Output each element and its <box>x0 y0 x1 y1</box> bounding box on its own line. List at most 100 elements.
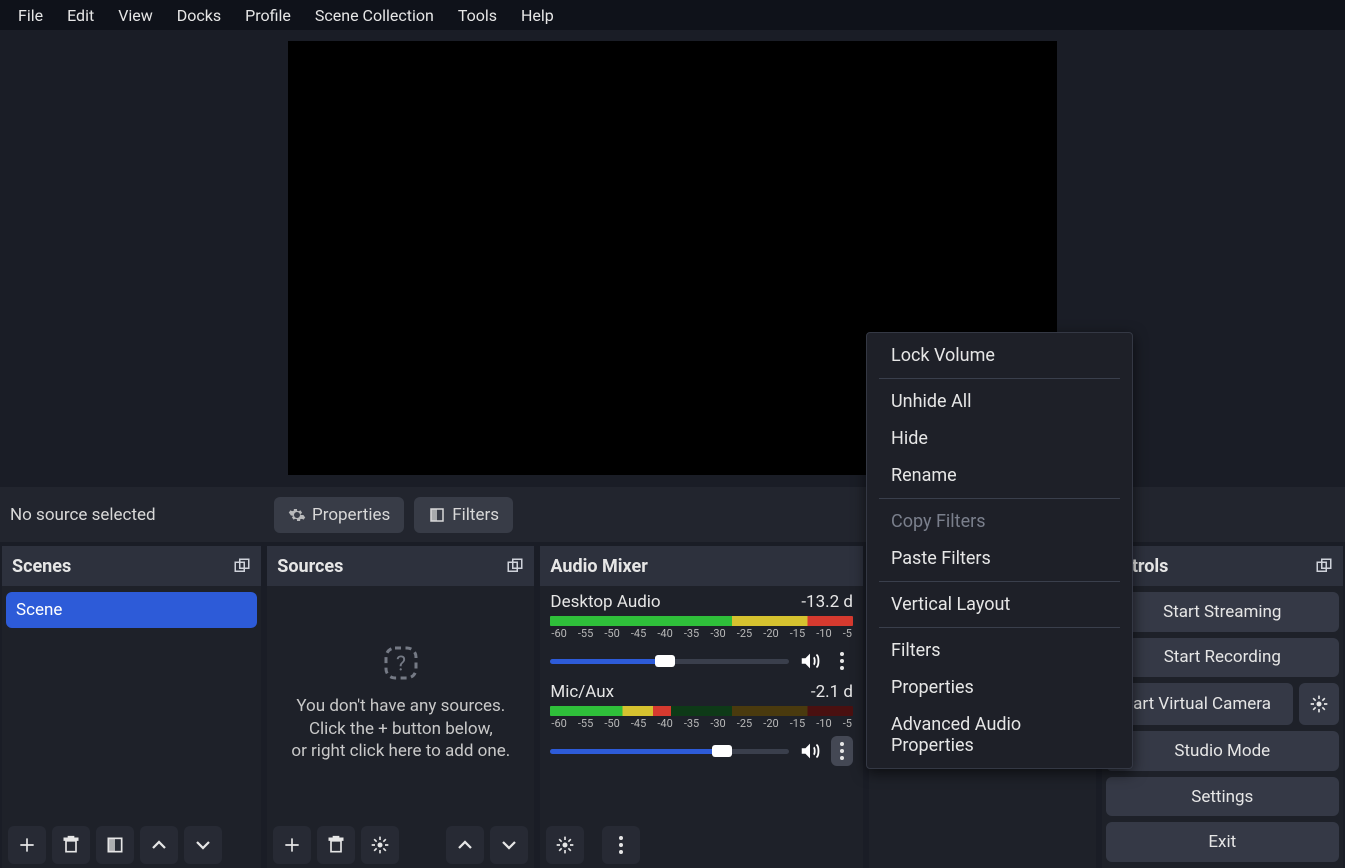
menu-docks[interactable]: Docks <box>165 2 233 29</box>
plus-icon <box>17 835 37 855</box>
menu-item-hide[interactable]: Hide <box>867 420 1132 457</box>
popout-icon[interactable] <box>1315 557 1333 575</box>
menu-item-filters[interactable]: Filters <box>867 632 1132 669</box>
sources-toolbar <box>267 822 534 868</box>
chevron-up-icon <box>150 836 168 854</box>
popout-icon[interactable] <box>506 557 524 575</box>
sources-list[interactable]: ? You don't have any sources. Click the … <box>267 586 534 822</box>
properties-button-label: Properties <box>312 505 390 525</box>
start-virtual-camera-button[interactable]: tart Virtual Camera <box>1106 683 1293 725</box>
channel-menu-button[interactable] <box>831 736 853 766</box>
mixer-toolbar <box>540 822 863 868</box>
audio-meter <box>550 706 853 716</box>
menu-tools[interactable]: Tools <box>446 2 509 29</box>
gear-icon <box>1309 694 1329 714</box>
scenes-title: Scenes <box>12 556 71 577</box>
studio-mode-button[interactable]: Studio Mode <box>1106 731 1339 771</box>
gear-icon <box>288 506 306 524</box>
mixer-channel: Desktop Audio-13.2 d-60-55-50-45-40-35-3… <box>540 586 863 676</box>
menu-scene-collection[interactable]: Scene Collection <box>303 2 446 29</box>
start-recording-button[interactable]: Start Recording <box>1106 638 1339 678</box>
source-down-button[interactable] <box>490 826 528 864</box>
menu-item-vertical-layout[interactable]: Vertical Layout <box>867 586 1132 623</box>
chevron-down-icon <box>500 836 518 854</box>
preview-area <box>0 30 1345 486</box>
source-toolbar: No source selected Properties Filters <box>0 487 1345 542</box>
channel-db: -2.1 d <box>811 682 853 702</box>
chevron-up-icon <box>456 836 474 854</box>
exit-button[interactable]: Exit <box>1106 822 1339 862</box>
scene-item[interactable]: Scene <box>6 592 257 628</box>
mixer-channel: Mic/Aux -2.1 d -60-55-50-45-40-35-30-25-20… <box>540 676 863 766</box>
docks-row: Scenes Scene Sources ? You don't have an… <box>0 546 1345 868</box>
menu-item-properties[interactable]: Properties <box>867 669 1132 706</box>
sources-dock: Sources ? You don't have any sources. Cl… <box>267 546 534 868</box>
trash-icon <box>326 835 346 855</box>
audio-meter <box>550 616 853 626</box>
mixer-settings-button[interactable] <box>546 826 584 864</box>
scene-down-button[interactable] <box>184 826 222 864</box>
controls-header: ontrols <box>1102 546 1343 586</box>
menu-item-lock-volume[interactable]: Lock Volume <box>867 337 1132 374</box>
gear-icon <box>555 835 575 855</box>
sources-title: Sources <box>277 556 343 577</box>
properties-button[interactable]: Properties <box>274 497 404 533</box>
plus-icon <box>282 835 302 855</box>
menu-item-unhide-all[interactable]: Unhide All <box>867 383 1132 420</box>
scenes-list[interactable]: Scene <box>2 586 261 822</box>
menu-help[interactable]: Help <box>509 2 566 29</box>
channel-db: -13.2 d <box>801 592 853 612</box>
source-up-button[interactable] <box>446 826 484 864</box>
kebab-icon <box>839 741 845 761</box>
sources-header: Sources <box>267 546 534 586</box>
svg-text:?: ? <box>396 652 406 676</box>
sources-empty-line: or right click here to add one. <box>291 740 510 763</box>
scene-up-button[interactable] <box>140 826 178 864</box>
scenes-dock: Scenes Scene <box>2 546 261 868</box>
channel-menu-button[interactable] <box>831 646 853 676</box>
virtual-camera-settings-button[interactable] <box>1299 683 1339 725</box>
volume-slider[interactable] <box>550 659 789 664</box>
chevron-down-icon <box>194 836 212 854</box>
help-icon: ? <box>383 645 419 681</box>
mute-button[interactable] <box>797 738 823 764</box>
menu-edit[interactable]: Edit <box>55 2 106 29</box>
scenes-toolbar <box>2 822 261 868</box>
mute-button[interactable] <box>797 648 823 674</box>
speaker-icon <box>799 650 821 672</box>
meter-ticks: -60-55-50-45-40-35-30-25-20-15-10-5 <box>550 717 853 730</box>
sources-empty-line: You don't have any sources. <box>296 695 505 718</box>
kebab-icon <box>839 651 845 671</box>
mixer-menu-button[interactable] <box>602 826 640 864</box>
add-source-button[interactable] <box>273 826 311 864</box>
filters-button[interactable]: Filters <box>414 497 513 533</box>
controls-dock: ontrols Start Streaming Start Recording … <box>1102 546 1343 868</box>
menu-item-rename[interactable]: Rename <box>867 457 1132 494</box>
controls-body: Start Streaming Start Recording tart Vir… <box>1102 586 1343 868</box>
start-streaming-button[interactable]: Start Streaming <box>1106 592 1339 632</box>
remove-scene-button[interactable] <box>52 826 90 864</box>
scene-filters-button[interactable] <box>96 826 134 864</box>
menu-view[interactable]: View <box>106 2 165 29</box>
mixer-body: Desktop Audio-13.2 d-60-55-50-45-40-35-3… <box>540 586 863 822</box>
menu-profile[interactable]: Profile <box>233 2 303 29</box>
menu-item-paste-filters[interactable]: Paste Filters <box>867 540 1132 577</box>
mixer-title: Audio Mixer <box>550 556 647 577</box>
speaker-icon <box>799 740 821 762</box>
kebab-icon <box>618 835 624 855</box>
add-scene-button[interactable] <box>8 826 46 864</box>
settings-button[interactable]: Settings <box>1106 777 1339 817</box>
popout-icon[interactable] <box>233 557 251 575</box>
channel-name: Mic/Aux <box>550 682 614 702</box>
volume-slider[interactable] <box>550 749 789 754</box>
sources-empty-line: Click the + button below, <box>309 718 493 741</box>
source-properties-button[interactable] <box>361 826 399 864</box>
menu-item-advanced-audio-properties[interactable]: Advanced Audio Properties <box>867 706 1132 764</box>
menu-file[interactable]: File <box>6 2 55 29</box>
audio-mixer-dock: Audio Mixer Desktop Audio-13.2 d-60-55-5… <box>540 546 863 868</box>
gear-icon <box>370 835 390 855</box>
menu-item-copy-filters: Copy Filters <box>867 503 1132 540</box>
scenes-header: Scenes <box>2 546 261 586</box>
sources-empty: ? You don't have any sources. Click the … <box>267 586 534 822</box>
remove-source-button[interactable] <box>317 826 355 864</box>
